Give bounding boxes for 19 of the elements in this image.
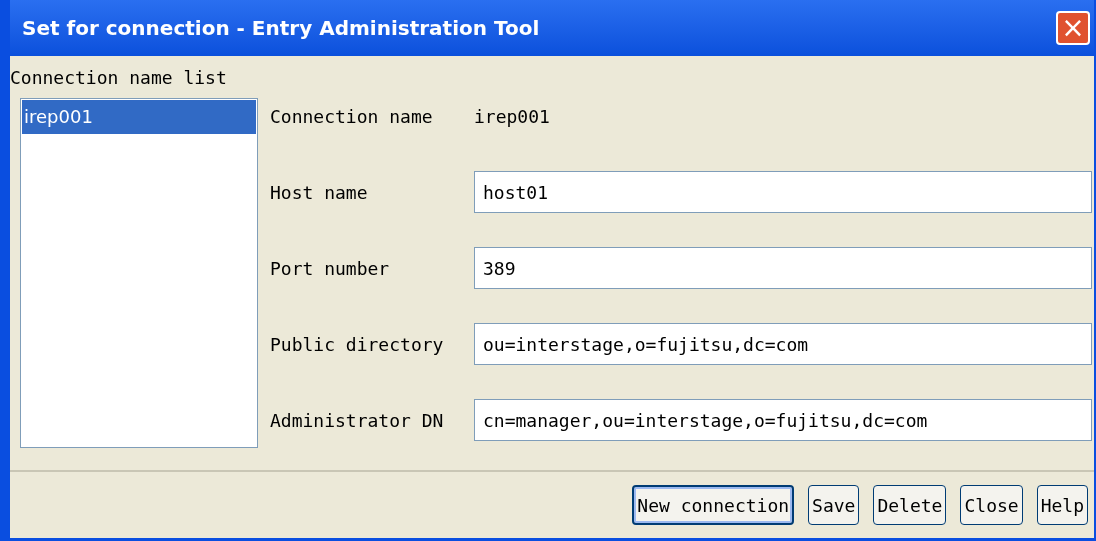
input-field[interactable]: 389 [474,247,1092,289]
field-label: Administrator DN [270,408,445,433]
list-item[interactable]: irep001 [22,100,256,134]
dialog-button[interactable]: Help [1036,485,1088,525]
dialog-button[interactable]: Close [960,485,1023,525]
dialog-button[interactable]: Delete [873,485,947,525]
field-label: Public directory [270,332,445,357]
close-button[interactable]: × [1056,11,1090,45]
dialog-button[interactable]: Save [808,485,860,525]
dialog-button[interactable]: New connection [632,485,795,525]
list-label: Connection name list [10,66,228,90]
field-label: Port number [270,256,391,281]
field-label: Connection name [270,104,434,129]
field-label: Host name [270,180,369,205]
connection-name-value: irep001 [474,104,550,129]
input-field[interactable]: host01 [474,171,1092,213]
window-title: Set for connection - Entry Administration Tool [22,15,540,42]
input-field[interactable]: cn=manager,ou=interstage,o=fujitsu,dc=com [474,399,1092,441]
input-field[interactable]: ou=interstage,o=fujitsu,dc=com [474,323,1092,365]
